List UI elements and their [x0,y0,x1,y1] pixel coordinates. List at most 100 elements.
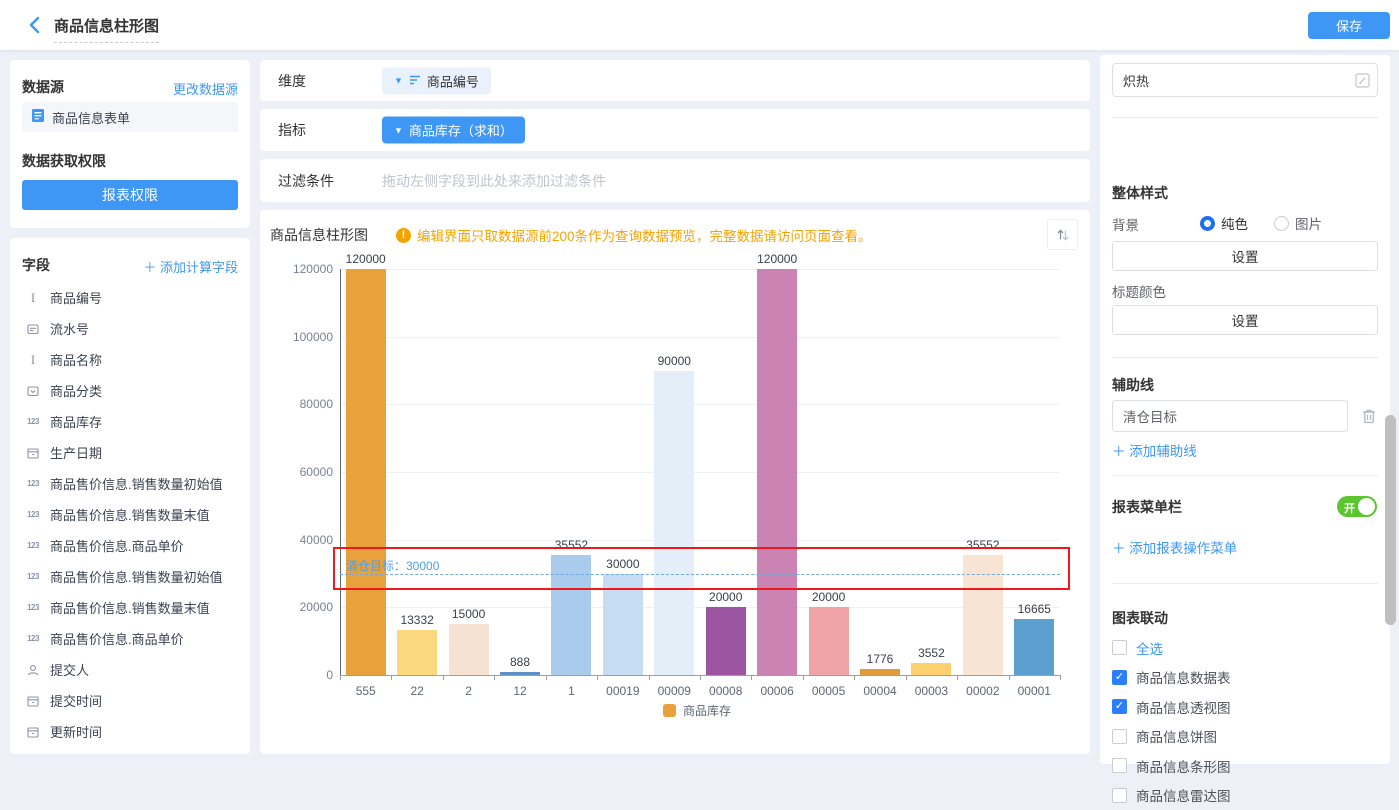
field-item[interactable]: I商品编号 [10,282,250,313]
radio-image[interactable]: 图片 [1274,213,1322,233]
field-item[interactable]: 提交人 [10,654,250,685]
checkbox-icon [1112,758,1127,773]
checkbox-label: 商品信息透视图 [1136,697,1231,717]
bar[interactable] [346,269,386,675]
bar[interactable] [1014,619,1054,675]
field-item[interactable]: 123商品售价信息.销售数量末值 [10,592,250,623]
field-item[interactable]: I商品名称 [10,344,250,375]
x-axis-tickmark [443,675,444,680]
field-item[interactable]: 123商品售价信息.商品单价 [10,623,250,654]
field-item[interactable]: 123商品售价信息.销售数量初始值 [10,468,250,499]
number-field-icon: 123 [24,479,42,488]
field-item-label: 商品库存 [50,412,102,431]
metric-chip[interactable]: ▼ 商品库存（求和） [382,117,525,144]
edit-icon[interactable] [1355,73,1370,91]
checkbox-label: 商品信息饼图 [1136,726,1217,746]
change-datasource-link[interactable]: 更改数据源 [173,79,238,98]
background-row: 背景 纯色 图片 [1112,213,1378,231]
bar[interactable] [911,663,951,675]
number-field-icon: 123 [24,541,42,550]
field-item[interactable]: 生产日期 [10,437,250,468]
bar[interactable] [809,607,849,675]
bar[interactable] [757,269,797,675]
style-name-input[interactable] [1112,63,1378,97]
field-item-label: 流水号 [50,319,89,338]
bar-value-label: 3552 [896,646,966,660]
date-field-icon [24,726,42,738]
datasource-item[interactable]: 商品信息表单 [22,102,238,132]
trash-icon[interactable] [1361,408,1377,428]
datasource-heading: 数据源 [22,77,64,97]
bar[interactable] [706,607,746,675]
permission-heading: 数据获取权限 [22,151,106,171]
gridline [340,269,1060,270]
field-item[interactable]: 123商品售价信息.商品单价 [10,530,250,561]
y-axis-tick-label: 20000 [260,600,333,614]
radio-icon [1200,216,1215,231]
metric-row: 指标 ▼ 商品库存（求和） [260,109,1090,151]
checkbox-checked-icon: ✓ [1112,670,1127,685]
x-axis-tickmark [803,675,804,680]
field-item[interactable]: 商品分类 [10,375,250,406]
add-report-menu-link[interactable]: ＋ 添加报表操作菜单 [1112,537,1237,557]
style-panel: 整体样式 背景 纯色 图片 设置 标题颜色 设置 辅助线 ＋ 添加辅助线 报表菜… [1100,55,1390,764]
form-file-icon [31,108,45,126]
field-item-label: 商品售价信息.销售数量初始值 [50,567,223,586]
save-button[interactable]: 保存 [1308,12,1390,39]
field-item[interactable]: 更新时间 [10,716,250,747]
back-icon[interactable] [26,15,46,35]
field-item[interactable]: 123商品售价信息.销售数量末值 [10,499,250,530]
chart-legend: 商品库存 [663,702,731,719]
date-field-icon [24,695,42,707]
title-color-label: 标题颜色 [1112,281,1166,301]
select-field-icon [24,385,42,397]
filter-row[interactable]: 过滤条件 拖动左侧字段到此处来添加过滤条件 [260,159,1090,202]
x-axis-tickmark [340,675,341,680]
chevron-down-icon: ▼ [394,125,403,135]
field-item-label: 生产日期 [50,443,102,462]
field-item[interactable]: 提交时间 [10,685,250,716]
x-axis-tickmark [854,675,855,680]
auxline-name-input[interactable] [1112,400,1348,432]
y-axis-tick-label: 60000 [260,465,333,479]
add-auxline-link[interactable]: ＋ 添加辅助线 [1112,440,1197,460]
x-axis-tickmark [906,675,907,680]
field-item[interactable]: 123商品库存 [10,406,250,437]
fields-heading: 字段 [22,255,50,275]
bar[interactable] [397,630,437,675]
bar[interactable] [500,672,540,675]
linkage-checkbox[interactable]: ✓商品信息透视图 [1112,692,1378,722]
datasource-name: 商品信息表单 [52,108,130,127]
bar[interactable] [449,624,489,675]
linkage-checkbox[interactable]: 商品信息条形图 [1112,751,1378,781]
add-calc-field-link[interactable]: ＋ 添加计算字段 [143,257,238,276]
radio-solid-color[interactable]: 纯色 [1200,213,1248,233]
auxline-heading: 辅助线 [1112,375,1154,395]
field-list: I商品编号流水号I商品名称商品分类123商品库存生产日期123商品售价信息.销售… [10,282,250,747]
report-permission-button[interactable]: 报表权限 [22,180,238,210]
linkage-checkbox[interactable]: ✓商品信息数据表 [1112,663,1378,693]
checkbox-icon [1112,729,1127,744]
select-all-checkbox[interactable]: 全选 [1112,633,1378,663]
linkage-checkbox[interactable]: 商品信息雷达图 [1112,781,1378,810]
field-item[interactable]: 123商品售价信息.销售数量初始值 [10,561,250,592]
bar[interactable] [654,371,694,676]
report-menu-toggle[interactable]: 开 [1337,496,1377,517]
text-field-icon: I [24,352,42,368]
gridline [340,472,1060,473]
y-axis-line [340,269,341,675]
background-set-button[interactable]: 设置 [1112,241,1378,271]
field-item-label: 提交人 [50,660,89,679]
person-field-icon [24,664,42,676]
bar-chart: 0200004000060000800001000001200001200005… [260,210,1090,754]
title-color-set-button[interactable]: 设置 [1112,305,1378,335]
field-item[interactable]: 流水号 [10,313,250,344]
bar[interactable] [860,669,900,675]
bar-value-label: 20000 [794,590,864,604]
dimension-chip[interactable]: ▼ 商品编号 [382,67,491,94]
background-label: 背景 [1112,214,1139,234]
scrollbar-thumb[interactable] [1385,415,1396,625]
metric-label: 指标 [278,120,306,140]
bar-value-label: 20000 [691,590,761,604]
linkage-checkbox[interactable]: 商品信息饼图 [1112,722,1378,752]
